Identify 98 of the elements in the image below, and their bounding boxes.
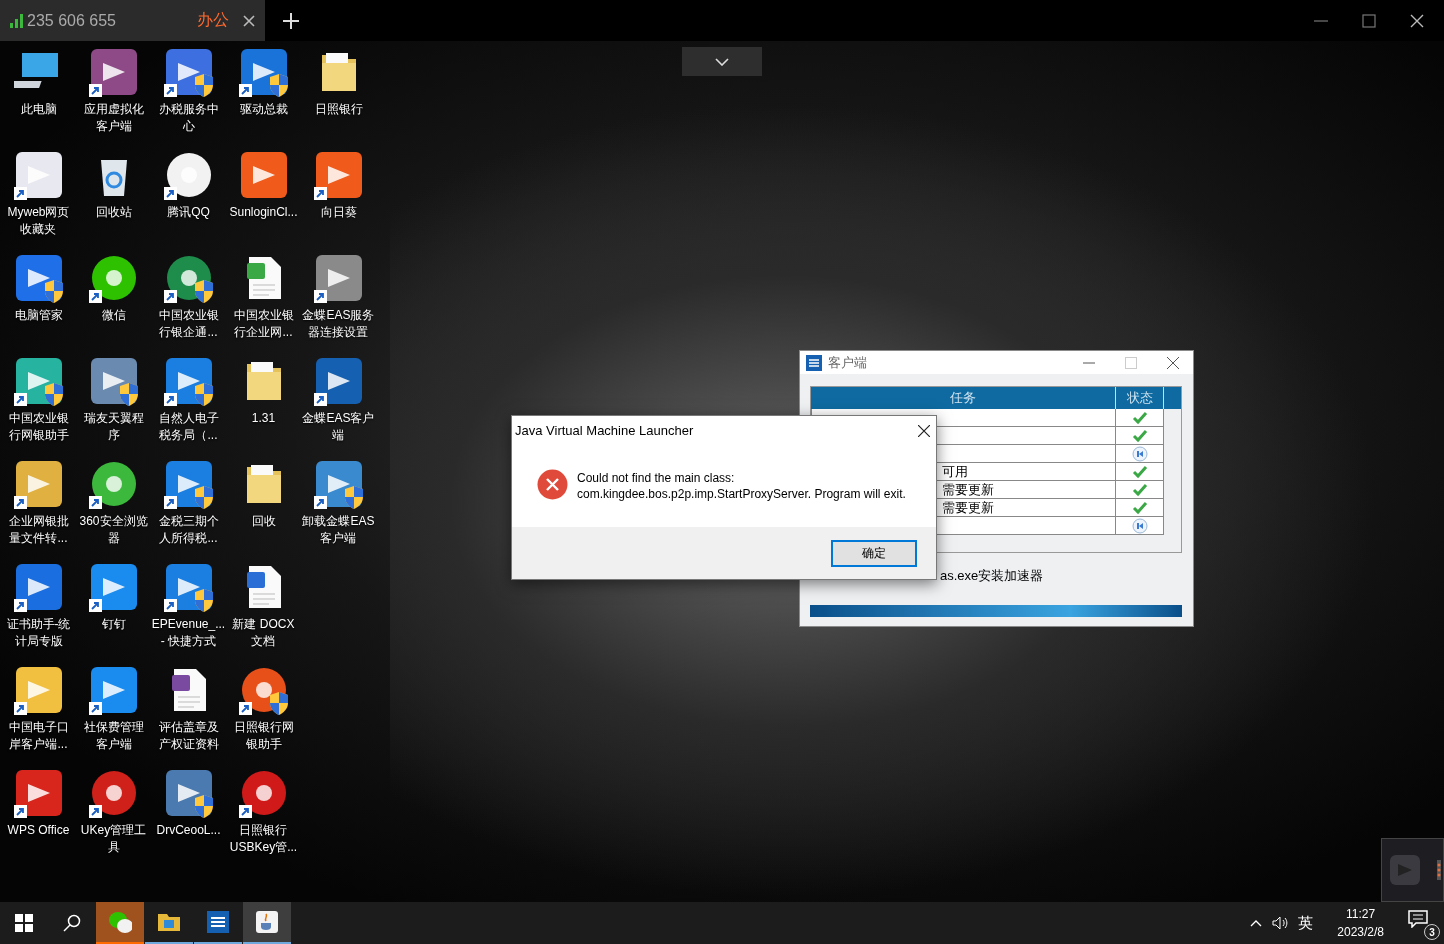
- app-tile-icon[interactable]: [13, 356, 64, 406]
- more-icon[interactable]: [1435, 860, 1443, 880]
- round-app-icon[interactable]: [238, 768, 289, 818]
- app-tile-icon[interactable]: [313, 253, 364, 303]
- close-icon[interactable]: [918, 424, 930, 437]
- session-tab[interactable]: 办公: [197, 10, 229, 31]
- desktop-icon-label[interactable]: 此电脑: [20, 101, 57, 118]
- desktop-icon-label[interactable]: WPS Office: [7, 822, 70, 839]
- app-tile-icon[interactable]: [88, 562, 139, 612]
- desktop-icon-label[interactable]: 社保费管理 客户端: [83, 719, 144, 753]
- desktop-icon-label[interactable]: 日照银行: [314, 101, 363, 118]
- app-tile-icon[interactable]: [313, 356, 364, 406]
- windows-logo-icon: [15, 914, 33, 932]
- round-app-icon[interactable]: [88, 253, 139, 303]
- close-icon[interactable]: [1410, 13, 1424, 28]
- desktop-icon-label[interactable]: 评估盖章及 产权证资料: [158, 719, 219, 753]
- desktop-icon-label[interactable]: 证书助手-统 计局专版: [6, 616, 71, 650]
- round-app-icon[interactable]: [163, 150, 214, 200]
- desktop-icon-label[interactable]: 1.31: [251, 410, 276, 427]
- desktop-icon-label[interactable]: 回收: [251, 513, 276, 530]
- desktop-icon-label[interactable]: DrvCeooL...: [156, 822, 221, 839]
- desktop-icon-label[interactable]: 驱动总裁: [239, 101, 288, 118]
- desktop-icon-label[interactable]: 日照银行网 银助手: [233, 719, 294, 753]
- desktop-icon-label[interactable]: 金蝶EAS服务 器连接设置: [302, 307, 375, 341]
- close-icon[interactable]: [1167, 356, 1179, 369]
- desktop-icon-label[interactable]: UKey管理工 具: [80, 822, 147, 856]
- desktop-icon-label[interactable]: 新建 DOCX 文档: [232, 616, 295, 650]
- desktop-icon-label[interactable]: 企业网银批 量文件转...: [8, 513, 69, 547]
- notification-count: 3: [1424, 924, 1440, 940]
- desktop-icon-label[interactable]: 中国农业银 行银企通...: [158, 307, 219, 341]
- round-app-icon[interactable]: [88, 459, 139, 509]
- desktop-icon-label[interactable]: 应用虚拟化 客户端: [83, 101, 144, 135]
- app-tile-icon[interactable]: [313, 150, 364, 200]
- desktop-icon-label[interactable]: 钉钉: [101, 616, 126, 633]
- plus-icon[interactable]: [283, 12, 299, 29]
- app-tile-icon[interactable]: [238, 150, 289, 200]
- app-tile-icon[interactable]: [163, 356, 214, 406]
- device-id: 235 606 655: [27, 11, 117, 30]
- error-icon: [537, 469, 568, 500]
- speaker-icon[interactable]: [1272, 916, 1289, 930]
- chevron-up-icon[interactable]: [1250, 919, 1263, 927]
- input-method-indicator[interactable]: 英: [1298, 913, 1314, 933]
- app-tile-icon[interactable]: [13, 665, 64, 715]
- app-tile-icon[interactable]: [13, 150, 64, 200]
- desktop-icon-label[interactable]: 向日葵: [320, 204, 357, 221]
- desktop-icon-label[interactable]: Myweb网页 收藏夹: [7, 204, 70, 238]
- app-tile-icon[interactable]: [13, 562, 64, 612]
- clock[interactable]: 11:27 2023/2/8: [1323, 905, 1398, 941]
- desktop-icon-label[interactable]: EPEvenue_... - 快捷方式: [151, 616, 226, 650]
- desktop-icon-label[interactable]: 中国农业银 行企业网...: [233, 307, 294, 341]
- clock-date: 2023/2/8: [1337, 924, 1384, 941]
- round-app-icon[interactable]: [163, 253, 214, 303]
- app-tile-icon[interactable]: [163, 562, 214, 612]
- signal-icon: [10, 13, 23, 28]
- app-tile-icon[interactable]: [88, 356, 139, 406]
- search-icon: [63, 914, 81, 932]
- desktop-icon-label[interactable]: 微信: [101, 307, 126, 324]
- app-tile-icon[interactable]: [313, 459, 364, 509]
- desktop-icon-label[interactable]: 办税服务中 心: [158, 101, 219, 135]
- ok-button[interactable]: 确定: [831, 539, 917, 567]
- app-tile-icon[interactable]: [88, 665, 139, 715]
- app-tile-icon: [206, 910, 230, 934]
- app-logo-icon: [806, 354, 822, 371]
- desktop-icon-label[interactable]: 自然人电子 税务局（...: [158, 410, 219, 444]
- app-tile-icon[interactable]: [163, 47, 214, 97]
- desktop-icon-label[interactable]: 360安全浏览 器: [79, 513, 148, 547]
- dialog-title: Java Virtual Machine Launcher: [515, 423, 694, 438]
- desktop-icon-label[interactable]: 中国电子口 岸客户端...: [8, 719, 69, 753]
- app-tile-icon[interactable]: [13, 253, 64, 303]
- desktop-icon-label[interactable]: 回收站: [95, 204, 132, 221]
- desktop-icon-label[interactable]: 卸载金蝶EAS 客户端: [302, 513, 375, 547]
- chevron-down-icon: [715, 57, 729, 66]
- chat-bubbles-icon: [108, 910, 132, 934]
- app-tile-icon[interactable]: [238, 47, 289, 97]
- app-tile-icon[interactable]: [163, 459, 214, 509]
- window-title: 客户端: [828, 353, 868, 372]
- app-tile-icon[interactable]: [13, 768, 64, 818]
- app-logo-icon: [1390, 855, 1420, 885]
- desktop-icon-label[interactable]: 中国农业银 行网银助手: [8, 410, 69, 444]
- close-icon[interactable]: [243, 14, 255, 27]
- desktop-icon-label[interactable]: 瑞友天翼程 序: [83, 410, 144, 444]
- round-app-icon[interactable]: [238, 665, 289, 715]
- app-tile-icon[interactable]: [163, 768, 214, 818]
- notification-icon[interactable]: [1408, 910, 1428, 928]
- desktop-icon-label[interactable]: SunloginCl...: [229, 204, 298, 221]
- clock-time: 11:27: [1346, 906, 1376, 923]
- taskbar-app-button[interactable]: [243, 902, 291, 944]
- app-tile-icon[interactable]: [88, 47, 139, 97]
- desktop-icon-label[interactable]: 日照银行 USBKey管...: [229, 822, 298, 856]
- coffee-cup-icon: [255, 910, 279, 934]
- dropdown-handle[interactable]: [682, 47, 762, 76]
- desktop-icon-label[interactable]: 金税三期个 人所得税...: [158, 513, 219, 547]
- desktop-icon-label[interactable]: 金蝶EAS客户 端: [302, 410, 375, 444]
- desktop-icon-label[interactable]: 电脑管家: [14, 307, 63, 324]
- status-message: as.exe安装加速器: [940, 567, 1045, 585]
- round-app-icon[interactable]: [88, 768, 139, 818]
- app-tile-icon[interactable]: [13, 459, 64, 509]
- desktop-icon-label[interactable]: 腾讯QQ: [167, 204, 210, 221]
